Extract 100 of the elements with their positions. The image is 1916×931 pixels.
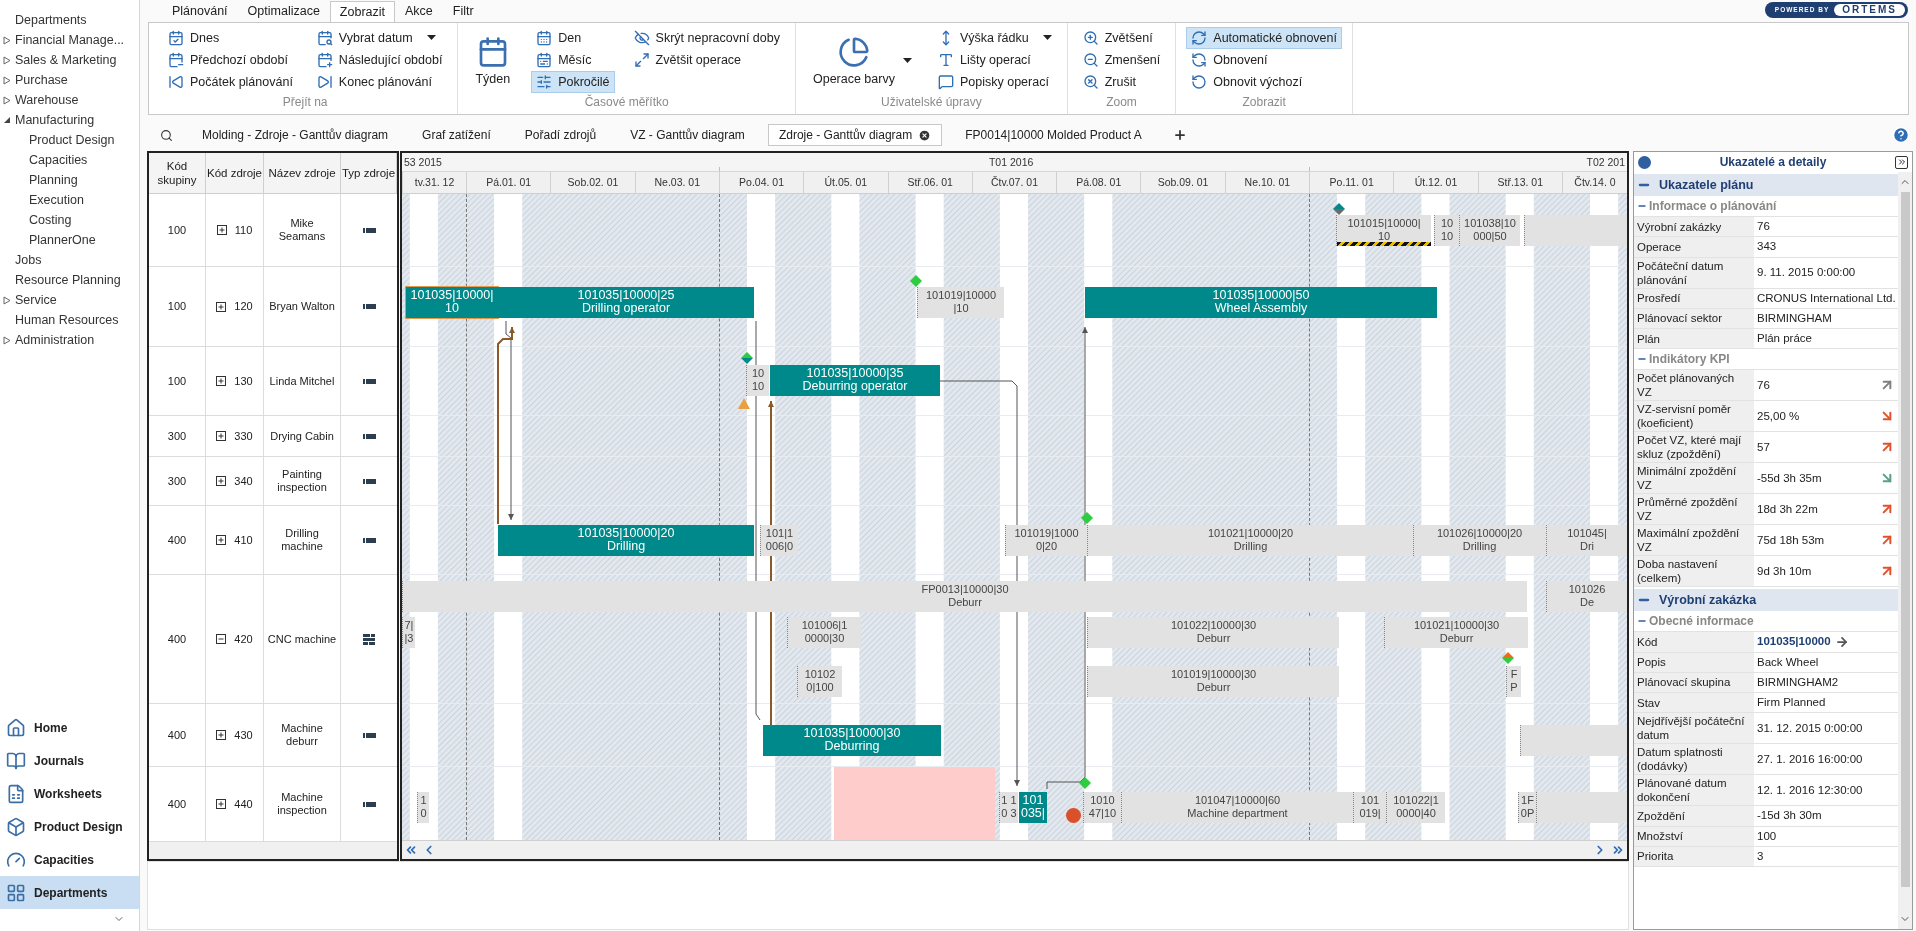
operation-bar[interactable]: 101022|1 0000|40 <box>1386 791 1445 823</box>
ribbon-button[interactable]: Lišty operací <box>932 49 1057 71</box>
operation-bar[interactable]: 101022|10000|30 Deburr <box>1087 616 1339 648</box>
nav-tree-item[interactable]: PlannerOne <box>29 230 96 250</box>
document-tab[interactable]: Molding - Zdroje - Ganttův diagram <box>191 124 400 146</box>
ribbon-button[interactable]: Zmenšení <box>1077 49 1166 71</box>
ribbon-tab[interactable]: Zobrazit <box>329 1 395 22</box>
ribbon-large-button[interactable]: Operace barvy <box>805 27 919 95</box>
operation-bar[interactable]: 101035|10000| 10 <box>406 286 498 318</box>
dropdown-arrow-icon[interactable] <box>902 58 912 64</box>
expanded-caret-icon[interactable] <box>3 116 11 124</box>
operation-bar[interactable]: 101021|10000|20 Drilling <box>1087 524 1413 556</box>
ribbon-button[interactable]: Obnovení <box>1186 49 1342 71</box>
nav-button[interactable]: Departments <box>0 876 139 909</box>
operation-bar[interactable]: 1F 0P <box>1518 791 1536 823</box>
expand-icon[interactable] <box>216 730 227 740</box>
collapsed-caret-icon[interactable] <box>3 55 11 65</box>
nav-tree-item[interactable]: Jobs <box>15 250 42 270</box>
ribbon-button[interactable]: Zvětšení <box>1077 27 1166 49</box>
collapsed-caret-icon[interactable] <box>3 295 11 305</box>
ribbon-button[interactable]: Pokročilé <box>531 71 615 93</box>
group-header[interactable]: Informace o plánování <box>1649 197 1777 215</box>
operation-bar[interactable]: 101019|10000|30 Deburr <box>1087 665 1339 697</box>
close-icon[interactable] <box>918 128 932 142</box>
expand-icon[interactable] <box>216 799 227 809</box>
operation-bar[interactable]: 10 10 <box>1434 214 1459 246</box>
expand-icon[interactable] <box>216 225 227 235</box>
column-header[interactable]: Typ zdroje <box>341 166 396 180</box>
nav-tree-item[interactable]: Warehouse <box>15 90 79 110</box>
ribbon-tab[interactable]: Filtr <box>442 1 484 22</box>
document-tab[interactable]: Pořadí zdrojů <box>513 124 608 146</box>
ribbon-button[interactable]: Předchozí období <box>163 49 298 71</box>
expand-icon[interactable] <box>216 476 227 486</box>
operation-bar[interactable]: 1 0 <box>417 791 429 823</box>
order-code-link[interactable]: 101035|10000 <box>1757 633 1831 651</box>
ribbon-tab[interactable]: Plánování <box>162 1 238 22</box>
collapse-panel-button[interactable] <box>1895 155 1908 169</box>
search-icon[interactable] <box>160 128 173 142</box>
column-header[interactable]: Název zdroje <box>268 166 336 180</box>
nav-tree-item[interactable]: Financial Manage... <box>15 30 125 50</box>
ribbon-button[interactable]: Zrušit <box>1077 71 1166 93</box>
ribbon-button[interactable]: Skrýt nepracovní doby <box>628 27 785 49</box>
nav-tree-item[interactable]: Capacities <box>29 150 88 170</box>
document-tab[interactable]: Graf zatížení <box>411 124 502 146</box>
nav-tree-item[interactable]: Product Design <box>29 130 115 150</box>
ribbon-button[interactable]: Den <box>531 27 615 49</box>
expand-icon[interactable] <box>216 535 227 545</box>
ribbon-button[interactable]: Automatické obnovení <box>1186 27 1342 49</box>
nav-tree-item[interactable]: Resource Planning <box>15 270 121 290</box>
operation-bar[interactable]: 101035|10000|20 Drilling <box>498 524 754 556</box>
operation-bar[interactable]: 101019|10000 |10 <box>917 286 1004 318</box>
document-tab[interactable]: Zdroje - Ganttův diagram <box>767 124 943 146</box>
expand-icon[interactable] <box>216 301 227 312</box>
nav-tree-item[interactable]: Manufacturing <box>15 110 95 130</box>
nav-tree-item[interactable]: Costing <box>29 210 72 230</box>
ribbon-button[interactable]: Měsíc <box>531 49 615 71</box>
operation-bar[interactable]: 7| |3 <box>402 616 415 648</box>
nav-tree-item[interactable]: Administration <box>15 330 95 350</box>
help-icon[interactable] <box>1892 126 1910 144</box>
ribbon-button[interactable]: Obnovit výchozí <box>1186 71 1342 93</box>
document-tab[interactable]: VZ - Ganttův diagram <box>619 124 756 146</box>
expand-icon[interactable] <box>216 376 227 386</box>
operation-bar[interactable]: 10 10 <box>746 364 769 396</box>
operation-bar[interactable]: 101045| Dri <box>1546 524 1627 556</box>
ribbon-tab[interactable]: Akce <box>395 1 443 22</box>
collapse-icon[interactable] <box>216 634 227 644</box>
ribbon-button[interactable]: Vybrat datum <box>311 27 448 49</box>
group-header[interactable]: Indikátory KPI <box>1649 350 1730 369</box>
ribbon-button[interactable]: Zvětšit operace <box>628 49 785 71</box>
arrow-right-icon[interactable] <box>1834 634 1849 649</box>
operation-bar[interactable]: F P <box>1506 665 1521 697</box>
ribbon-button[interactable]: Počátek plánování <box>163 71 298 93</box>
ribbon-button[interactable]: Výška řádku <box>932 27 1057 49</box>
operation-bar[interactable]: 101035|10000|35 Deburring operator <box>770 364 940 396</box>
nav-tree-item[interactable]: Sales & Marketing <box>15 50 117 70</box>
expand-icon[interactable] <box>216 431 227 441</box>
ribbon-tab[interactable]: Optimalizace <box>237 1 330 22</box>
nav-tree-item[interactable]: Human Resources <box>15 310 119 330</box>
operation-bar[interactable]: 101 035| <box>1019 791 1047 823</box>
operation-bar[interactable]: 101015|10000| 10 <box>1336 214 1431 246</box>
operation-bar[interactable]: 101035|10000|50 Wheel Assembly <box>1085 286 1437 318</box>
operation-bar[interactable]: 101026|10000|20 Drilling <box>1413 524 1545 556</box>
column-header[interactable]: Kód zdroje <box>207 166 262 180</box>
dropdown-arrow-icon[interactable] <box>426 35 436 41</box>
dropdown-arrow-icon[interactable] <box>1042 35 1052 41</box>
operation-bar[interactable]: 1 1 0 3 <box>999 791 1018 823</box>
collapsed-caret-icon[interactable] <box>3 35 11 45</box>
operation-bar[interactable]: 101035|10000|25 Drilling operator <box>498 286 754 318</box>
operation-bar[interactable]: 10102 0|100 <box>797 665 842 697</box>
operation-bar[interactable]: 101006|1 0000|30 <box>787 616 861 648</box>
document-tab[interactable]: FP0014|10000 Molded Product A <box>954 124 1153 146</box>
ribbon-button[interactable]: Popisky operací <box>932 71 1057 93</box>
operation-bar[interactable]: 101019|1000 0|20 <box>1005 524 1087 556</box>
nav-tree-item[interactable]: Departments <box>15 10 87 30</box>
nav-tree-item[interactable]: Purchase <box>15 70 68 90</box>
operation-bar[interactable]: FP0013|10000|30 Deburr <box>402 580 1527 612</box>
operation-bar[interactable]: 101 019| <box>1353 791 1386 823</box>
operation-bar[interactable]: 101|1 006|0 <box>760 524 798 556</box>
nav-tree-item[interactable]: Service <box>15 290 57 310</box>
operation-bar[interactable]: 101021|10000|30 Deburr <box>1384 616 1528 648</box>
